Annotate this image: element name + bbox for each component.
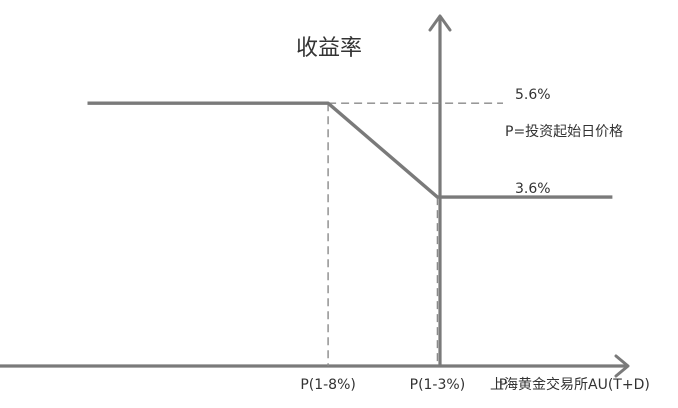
yield-chart: 收益率 5.6%3.6% P(1-8%) P(1-3%) P P=投资起始日价格 上…	[0, 14, 650, 393]
guide-lines	[327, 102, 503, 366]
x-axis-label: 上海黄金交易所AU(T+D)	[490, 376, 650, 393]
y-tick-label: 5.6%	[515, 87, 551, 103]
price-definition-annotation: P=投资起始日价格	[505, 124, 623, 140]
chart-root: 收益率 5.6% 3.6% P(1-8%) P(1-3%) P P=投资起始日价格 上…	[0, 0, 678, 408]
y-tick-labels: 5.6% 3.6%	[515, 87, 551, 197]
chart-title: 收益率	[296, 36, 362, 61]
x-tick-label: P(1-8%)	[300, 377, 356, 393]
x-tick-label: P(1-3%)	[410, 377, 466, 393]
x-tick-labels: P(1-8%) P(1-3%) P	[300, 377, 507, 393]
y-tick-label: 3.6%	[515, 181, 551, 197]
